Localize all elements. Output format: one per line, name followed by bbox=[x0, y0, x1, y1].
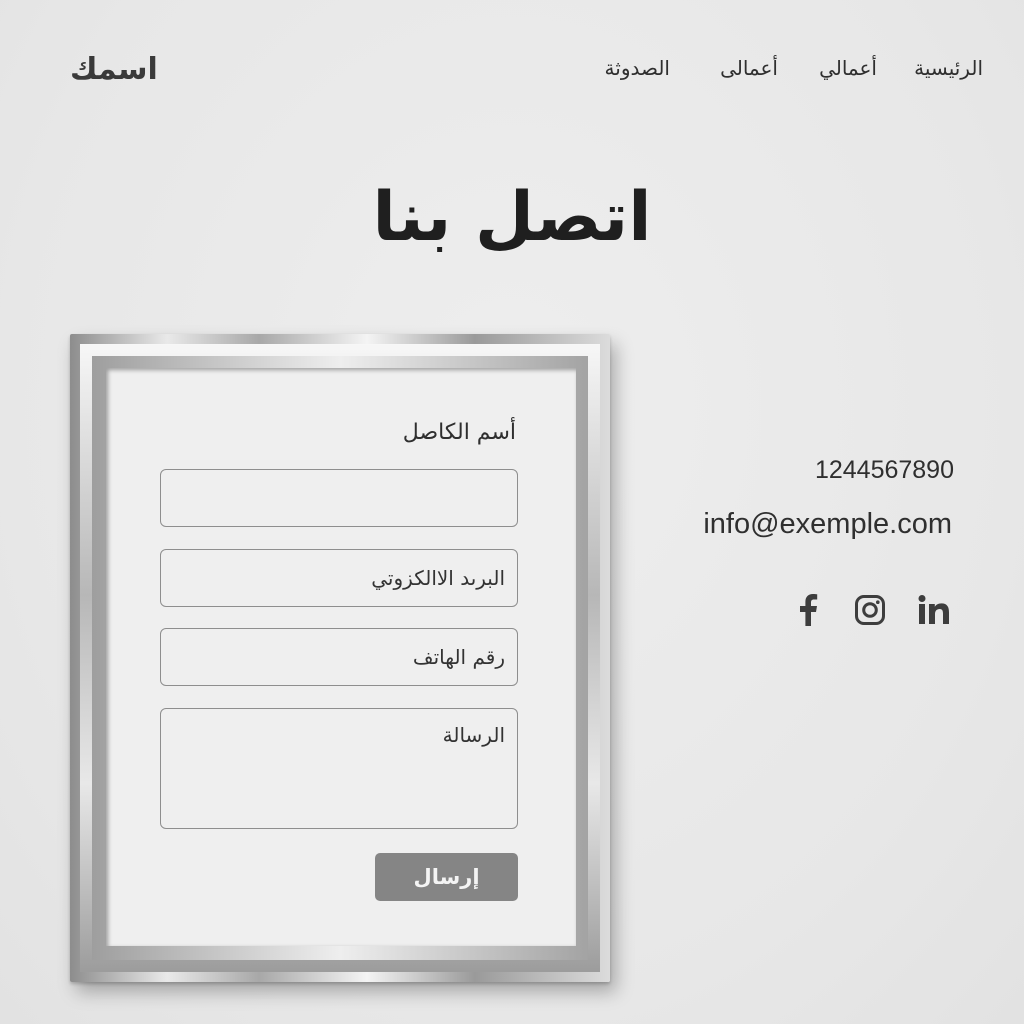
send-button[interactable]: إرسال bbox=[375, 853, 518, 901]
contact-email[interactable]: info@exemple.com bbox=[703, 508, 952, 541]
full-name-input[interactable] bbox=[160, 469, 518, 527]
nav-item-works[interactable]: أعمالي bbox=[819, 56, 877, 80]
linkedin-icon[interactable] bbox=[916, 592, 952, 628]
nav-item-home[interactable]: الرئيسية bbox=[914, 56, 983, 80]
instagram-icon[interactable] bbox=[852, 592, 888, 628]
page-title: اتصل بنا bbox=[372, 178, 652, 257]
phone-input[interactable] bbox=[160, 628, 518, 686]
nav-item-blog[interactable]: الصدوثة bbox=[605, 56, 670, 80]
nav-item-works-2[interactable]: أعمالى bbox=[720, 56, 778, 80]
main-nav: الرئيسية أعمالي أعمالى الصدوثة bbox=[0, 56, 1024, 86]
full-name-label: أسم الكاصل bbox=[402, 420, 516, 445]
email-input[interactable] bbox=[160, 549, 518, 607]
contact-phone: 1244567890 bbox=[814, 456, 954, 484]
message-textarea[interactable] bbox=[160, 708, 518, 829]
facebook-icon[interactable] bbox=[790, 592, 826, 628]
contact-page: اسمك الرئيسية أعمالي أعمالى الصدوثة اتصل… bbox=[0, 0, 1024, 1024]
